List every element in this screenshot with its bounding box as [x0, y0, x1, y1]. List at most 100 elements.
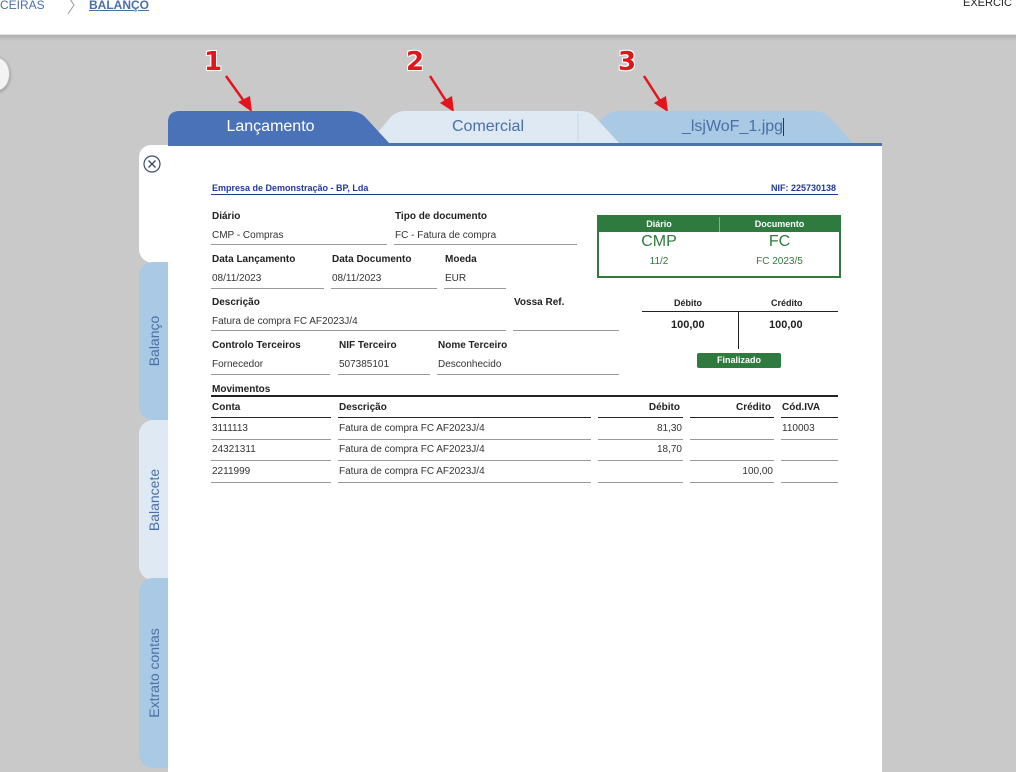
row-underline — [690, 460, 774, 461]
summary-divider — [642, 311, 838, 312]
data-documento-field[interactable]: 08/11/2023 — [332, 273, 381, 284]
nome-terceiro-label: Nome Terceiro — [438, 340, 508, 351]
row-underline — [211, 439, 331, 440]
text-cursor — [783, 118, 785, 136]
row-underline — [781, 460, 838, 461]
row-underline — [338, 439, 591, 440]
descricao-label: Descrição — [212, 297, 260, 308]
top-bar: CEIRAS BALANÇO EXERCÍC — [0, 0, 1016, 35]
tipo-documento-underline — [394, 244, 577, 245]
header-underline — [211, 417, 331, 418]
descricao-field[interactable]: Fatura de compra FC AF2023J/4 — [212, 316, 358, 327]
side-tab-extrato-contas[interactable]: Extrato contas — [139, 578, 169, 768]
row1-debito[interactable]: 81,30 — [599, 423, 682, 434]
tab-lancamento[interactable]: Lançamento — [188, 118, 353, 136]
company-nif: NIF: 225730138 — [770, 183, 836, 193]
row-underline — [338, 460, 591, 461]
col-debito: Débito — [648, 402, 680, 413]
tipo-documento-field[interactable]: FC - Fatura de compra — [395, 230, 496, 241]
col-descricao: Descrição — [339, 402, 387, 413]
col-conta: Conta — [212, 402, 241, 413]
controlo-terceiros-label: Controlo Terceiros — [212, 340, 301, 351]
side-tab-balancete-label: Balancete — [146, 468, 162, 532]
summary-documento-number: FC 2023/5 — [756, 256, 803, 267]
row-underline — [211, 460, 331, 461]
nome-terceiro-underline — [437, 374, 619, 375]
row-underline — [781, 439, 838, 440]
exercise-label[interactable]: EXERCÍC — [963, 0, 1012, 9]
status-badge: Finalizado — [697, 353, 781, 368]
row-underline — [211, 482, 331, 483]
row-underline — [690, 482, 774, 483]
summary-diario-number: 11/2 — [649, 256, 669, 267]
annotation-number-2: 2 — [406, 47, 425, 77]
moeda-field[interactable]: EUR — [445, 273, 466, 284]
summary-diario-header: Diário — [646, 219, 672, 229]
row1-descricao[interactable]: Fatura de compra FC AF2023J/4 — [339, 423, 485, 434]
data-documento-underline — [331, 288, 437, 289]
debito-header: Débito — [674, 298, 702, 308]
collapse-button[interactable] — [0, 57, 10, 91]
data-lancamento-field[interactable]: 08/11/2023 — [212, 273, 261, 284]
summary-diario-code: CMP — [641, 233, 677, 250]
diario-label: Diário — [212, 211, 241, 222]
row-underline — [598, 460, 683, 461]
company-name: Empresa de Demonstração - BP, Lda — [212, 183, 369, 193]
breadcrumb-current[interactable]: BALANÇO — [89, 0, 149, 12]
breadcrumb-prev[interactable]: CEIRAS — [0, 0, 45, 12]
data-documento-label: Data Documento — [332, 254, 412, 265]
side-tab-balanco-label: Balanço — [146, 315, 162, 367]
nome-terceiro-field[interactable]: Desconhecido — [438, 359, 501, 370]
descricao-underline — [211, 330, 506, 331]
summary-vertical-divider — [738, 311, 739, 349]
moeda-underline — [444, 288, 506, 289]
tab-file[interactable]: _lsjWoF_1.jpg — [638, 118, 828, 136]
credito-total: 100,00 — [769, 319, 803, 331]
header-underline — [598, 417, 683, 418]
vossa-ref-label: Vossa Ref. — [514, 297, 565, 308]
row3-descricao[interactable]: Fatura de compra FC AF2023J/4 — [339, 466, 485, 477]
controlo-terceiros-field[interactable]: Fornecedor — [212, 359, 263, 370]
row-underline — [781, 482, 838, 483]
row1-iva[interactable]: 110003 — [782, 423, 815, 434]
side-tab-balancete[interactable]: Balancete — [139, 420, 169, 580]
document-summary-box: Diário Documento CMP FC 11/2 FC 2023/5 — [597, 215, 841, 278]
top-tabs: Lançamento Comercial _lsjWoF_1.jpg — [168, 110, 882, 144]
header-underline — [690, 417, 774, 418]
diario-field[interactable]: CMP - Compras — [212, 230, 284, 241]
movimentos-title: Movimentos — [212, 384, 271, 395]
summary-documento-code: FC — [768, 233, 791, 250]
row2-debito[interactable]: 18,70 — [599, 444, 682, 455]
breadcrumb-separator-icon — [67, 0, 75, 15]
nif-terceiro-label: NIF Terceiro — [339, 340, 397, 351]
moeda-label: Moeda — [445, 254, 477, 265]
header-divider — [211, 194, 838, 195]
row2-conta[interactable]: 24321311 — [212, 444, 256, 455]
row-underline — [690, 439, 774, 440]
tab-file-label: _lsjWoF_1.jpg — [681, 118, 784, 136]
controlo-terceiros-underline — [211, 374, 330, 375]
data-lancamento-underline — [211, 288, 324, 289]
tab-comercial[interactable]: Comercial — [403, 118, 573, 136]
header-underline — [781, 417, 838, 418]
close-icon[interactable] — [143, 155, 161, 173]
side-tab-balanco[interactable]: Balanço — [139, 262, 169, 420]
col-credito: Crédito — [736, 402, 771, 413]
side-tab-extrato-label: Extrato contas — [146, 628, 162, 718]
debito-total: 100,00 — [671, 319, 705, 331]
row-underline — [598, 439, 683, 440]
diario-underline — [211, 244, 387, 245]
header-underline — [338, 417, 591, 418]
tipo-documento-label: Tipo de documento — [395, 211, 488, 222]
col-iva: Cód.IVA — [782, 402, 821, 413]
credito-header: Crédito — [771, 298, 803, 308]
row2-descricao[interactable]: Fatura de compra FC AF2023J/4 — [339, 444, 485, 455]
nif-terceiro-field[interactable]: 507385101 — [339, 359, 389, 370]
row3-conta[interactable]: 2211999 — [212, 466, 250, 477]
vossa-ref-underline — [513, 330, 619, 331]
row1-conta[interactable]: 3111113 — [212, 423, 248, 434]
annotation-number-3: 3 — [618, 47, 637, 77]
header-shadow — [0, 35, 1016, 41]
row3-credito[interactable]: 100,00 — [690, 466, 773, 477]
row-underline — [338, 482, 591, 483]
